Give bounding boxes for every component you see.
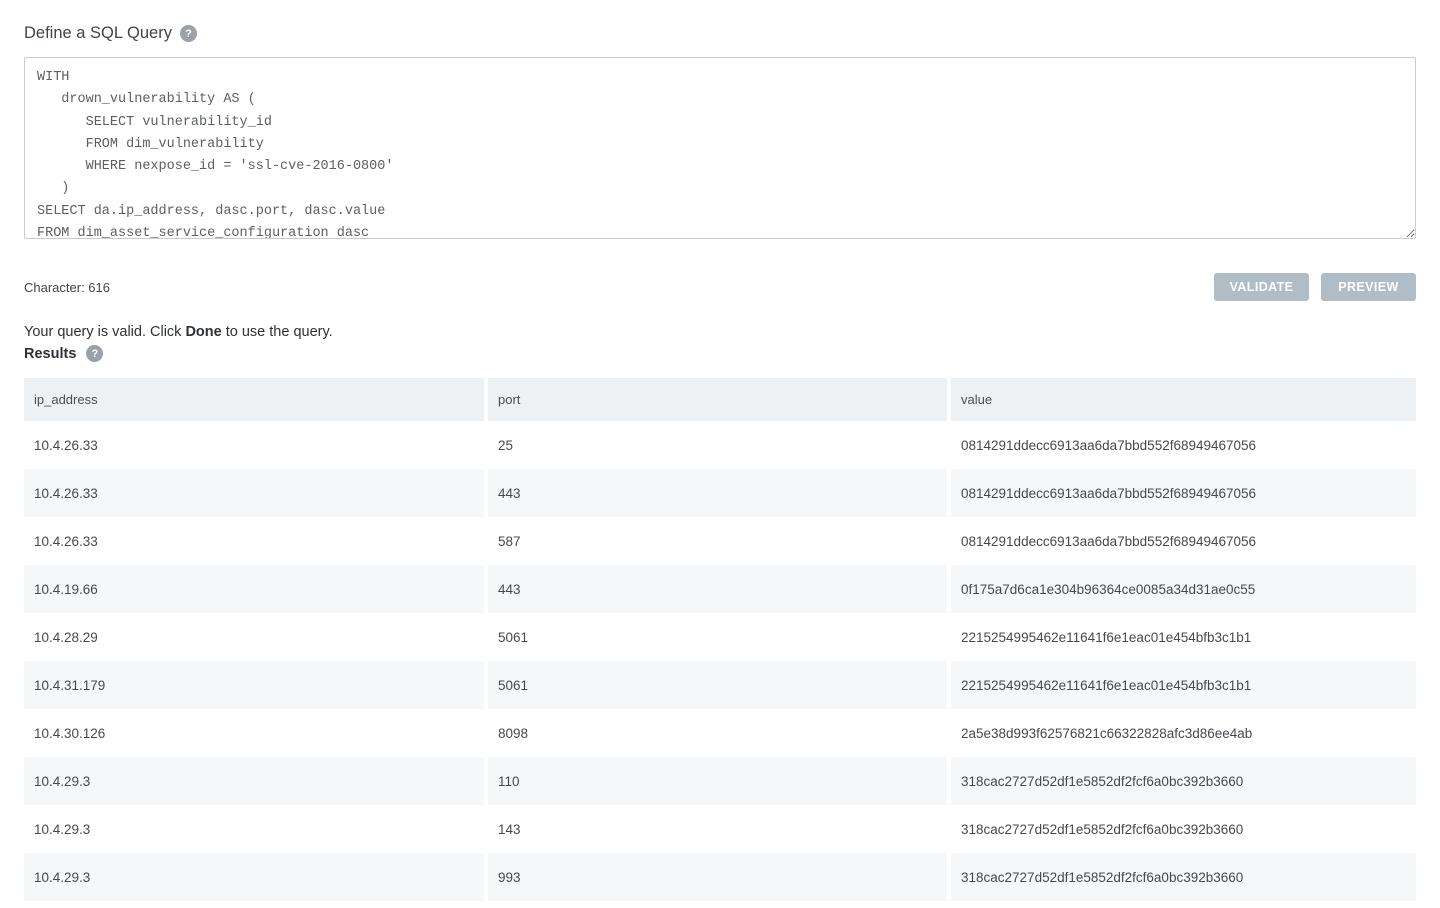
table-row: 10.4.28.29 5061 2215254995462e11641f6e1e… [24,613,1416,661]
cell-port: 25 [486,421,949,469]
cell-ip-address: 10.4.28.29 [24,613,486,661]
column-header-port: port [486,378,949,421]
table-row: 10.4.26.33 587 0814291ddecc6913aa6da7bbd… [24,517,1416,565]
cell-ip-address: 10.4.29.3 [24,805,486,853]
cell-value: 318cac2727d52df1e5852df2fcf6a0bc392b3660 [949,853,1416,901]
cell-port: 5061 [486,661,949,709]
sql-query-page: Define a SQL Query ? WITH drown_vulnerab… [0,0,1440,901]
button-group: VALIDATE PREVIEW [1214,273,1416,301]
results-table: ip_address port value 10.4.26.33 25 0814… [24,378,1416,901]
cell-ip-address: 10.4.29.3 [24,757,486,805]
validation-message-emphasis: Done [185,324,221,340]
cell-value: 0814291ddecc6913aa6da7bbd552f68949467056 [949,469,1416,517]
page-title-row: Define a SQL Query ? [24,0,1416,43]
table-row: 10.4.29.3 993 318cac2727d52df1e5852df2fc… [24,853,1416,901]
cell-value: 0814291ddecc6913aa6da7bbd552f68949467056 [949,517,1416,565]
cell-ip-address: 10.4.19.66 [24,565,486,613]
cell-value: 318cac2727d52df1e5852df2fcf6a0bc392b3660 [949,757,1416,805]
cell-value: 2a5e38d993f62576821c66322828afc3d86ee4ab [949,709,1416,757]
table-row: 10.4.26.33 443 0814291ddecc6913aa6da7bbd… [24,469,1416,517]
preview-button[interactable]: PREVIEW [1321,273,1416,301]
cell-port: 993 [486,853,949,901]
table-row: 10.4.29.3 110 318cac2727d52df1e5852df2fc… [24,757,1416,805]
cell-port: 587 [486,517,949,565]
help-icon[interactable]: ? [180,25,197,42]
cell-ip-address: 10.4.26.33 [24,469,486,517]
table-row: 10.4.29.3 143 318cac2727d52df1e5852df2fc… [24,805,1416,853]
validation-message: Your query is valid. Click Done to use t… [24,324,1416,340]
table-row: 10.4.30.126 8098 2a5e38d993f62576821c663… [24,709,1416,757]
column-header-ip-address: ip_address [24,378,486,421]
cell-ip-address: 10.4.31.179 [24,661,486,709]
sql-query-input[interactable]: WITH drown_vulnerability AS ( SELECT vul… [24,57,1416,239]
column-header-value: value [949,378,1416,421]
cell-port: 443 [486,565,949,613]
cell-port: 110 [486,757,949,805]
cell-ip-address: 10.4.29.3 [24,853,486,901]
cell-value: 0f175a7d6ca1e304b96364ce0085a34d31ae0c55 [949,565,1416,613]
cell-ip-address: 10.4.26.33 [24,421,486,469]
validation-message-prefix: Your query is valid. Click [24,324,185,340]
results-help-icon[interactable]: ? [86,345,103,362]
cell-port: 143 [486,805,949,853]
cell-port: 443 [486,469,949,517]
results-table-body: 10.4.26.33 25 0814291ddecc6913aa6da7bbd5… [24,421,1416,901]
cell-ip-address: 10.4.30.126 [24,709,486,757]
results-table-header: ip_address port value [24,378,1416,421]
results-header-row: Results ? [24,345,1416,362]
cell-value: 0814291ddecc6913aa6da7bbd552f68949467056 [949,421,1416,469]
cell-value: 2215254995462e11641f6e1eac01e454bfb3c1b1 [949,661,1416,709]
character-count: Character: 616 [24,280,110,295]
validation-message-suffix: to use the query. [222,324,333,340]
page-title: Define a SQL Query [24,24,172,43]
cell-port: 8098 [486,709,949,757]
table-row: 10.4.26.33 25 0814291ddecc6913aa6da7bbd5… [24,421,1416,469]
validate-button[interactable]: VALIDATE [1214,273,1309,301]
table-row: 10.4.19.66 443 0f175a7d6ca1e304b96364ce0… [24,565,1416,613]
cell-value: 2215254995462e11641f6e1eac01e454bfb3c1b1 [949,613,1416,661]
cell-ip-address: 10.4.26.33 [24,517,486,565]
results-label: Results [24,346,76,362]
editor-meta-row: Character: 616 VALIDATE PREVIEW [24,273,1416,301]
cell-port: 5061 [486,613,949,661]
table-row: 10.4.31.179 5061 2215254995462e11641f6e1… [24,661,1416,709]
cell-value: 318cac2727d52df1e5852df2fcf6a0bc392b3660 [949,805,1416,853]
